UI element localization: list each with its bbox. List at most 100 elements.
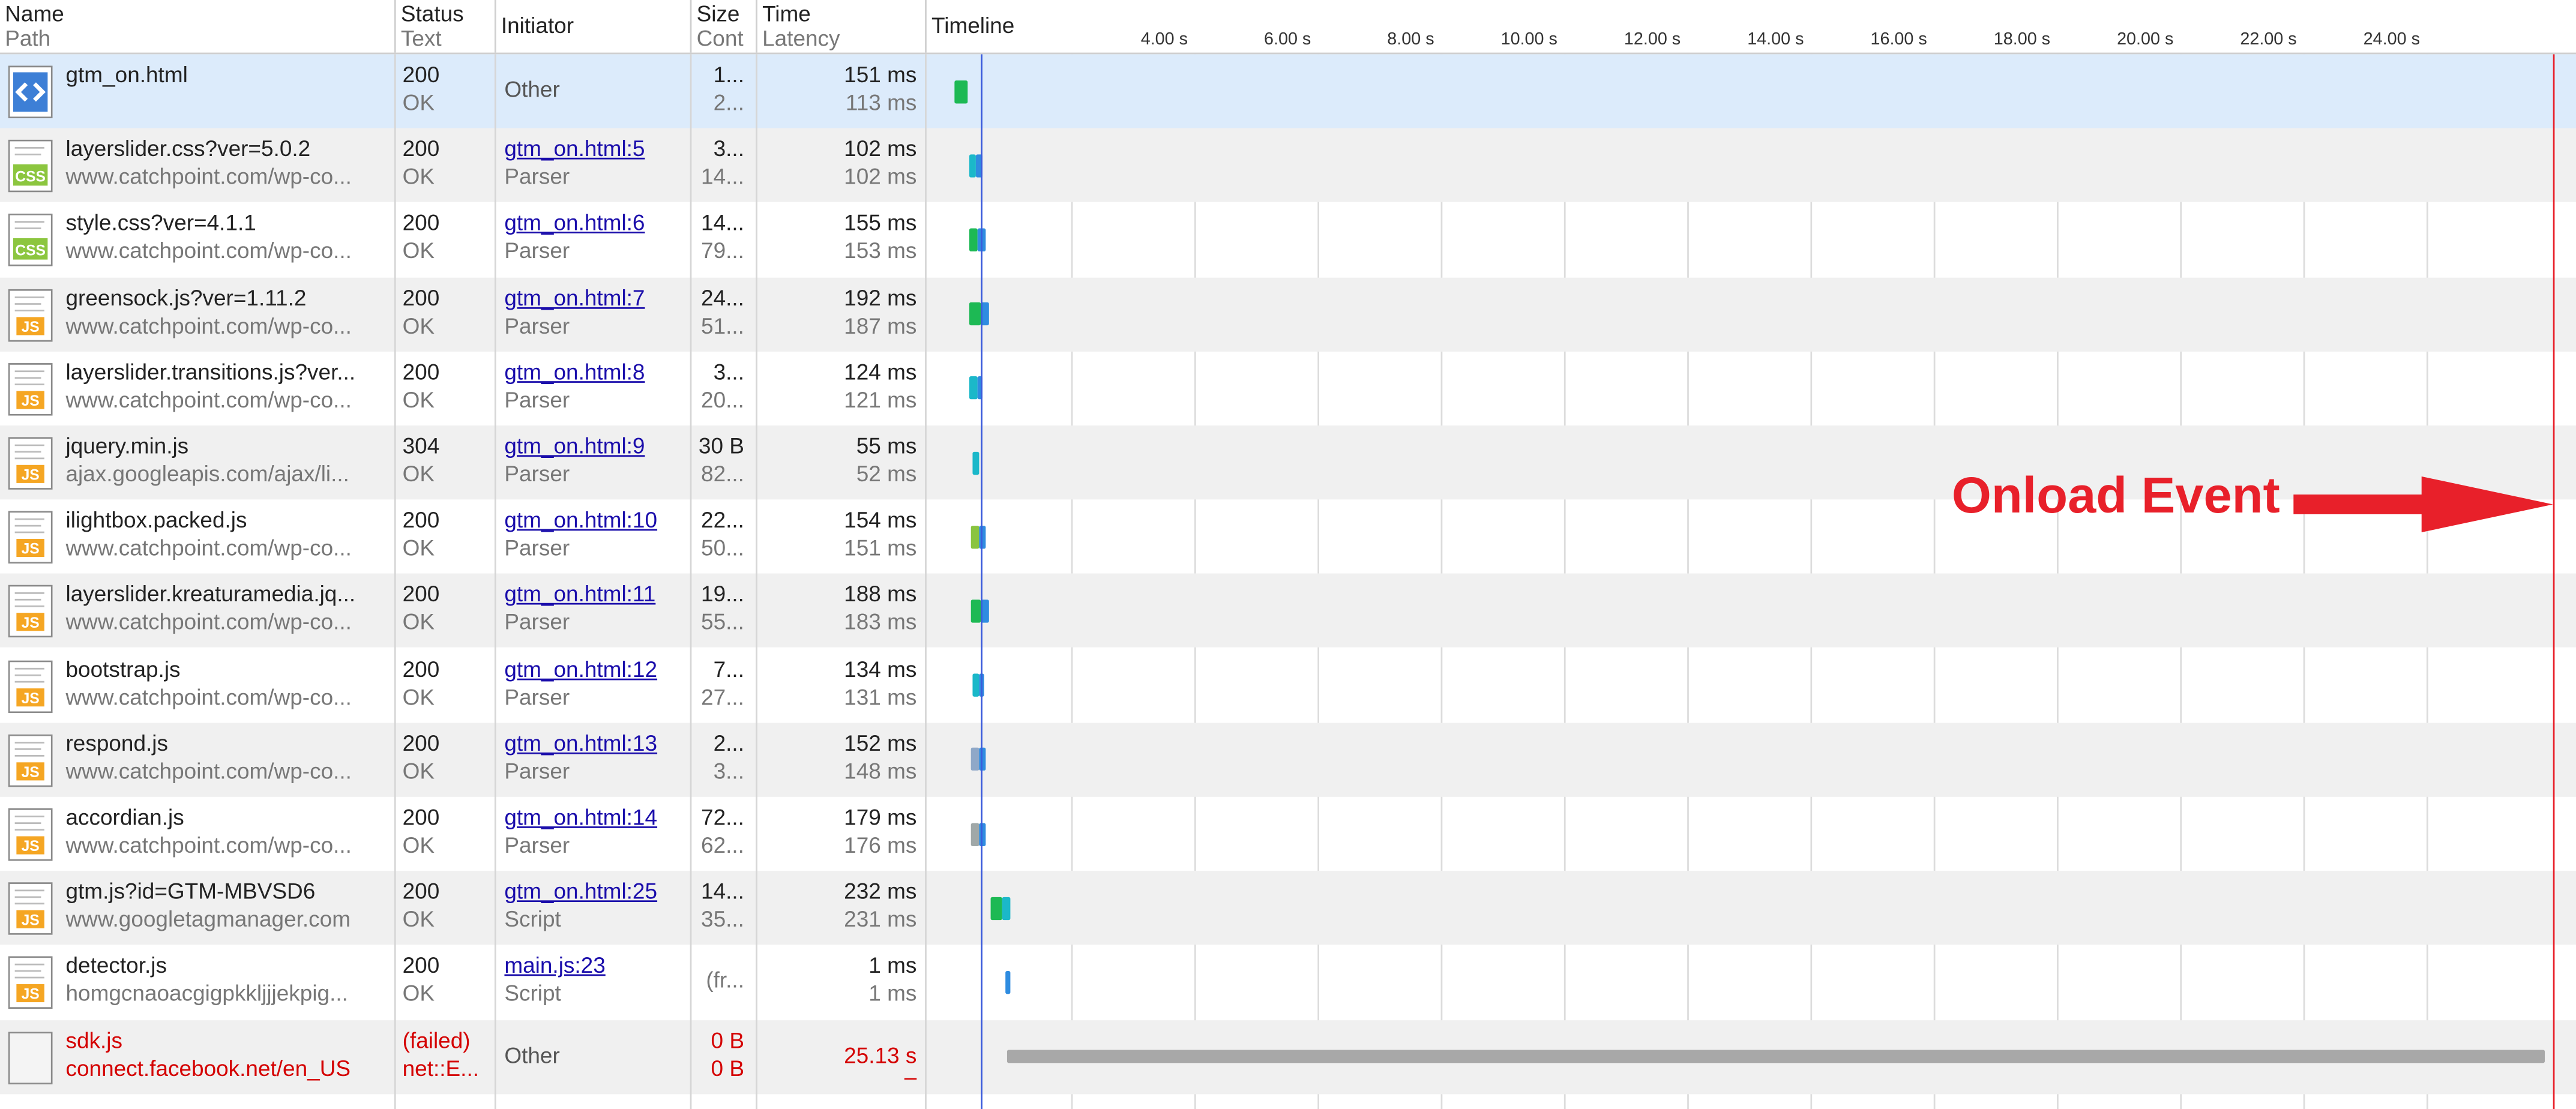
size-cell: 3... 20...: [691, 351, 752, 425]
timeline-bar[interactable]: [1007, 1050, 2545, 1063]
request-name[interactable]: sdk.js: [65, 1028, 122, 1053]
request-row[interactable]: JS detector.js homgcnaoacgigpkkljjjekpig..…: [0, 945, 2576, 1019]
timeline-bar[interactable]: [990, 896, 1002, 920]
request-row[interactable]: JS layerslider.transitions.js?ver... www.c…: [0, 351, 2576, 425]
request-name[interactable]: accordian.js: [65, 805, 184, 830]
request-row[interactable]: gtm_on.html 200 OK Other 1... 2... 151 ms 113 m…: [0, 54, 2576, 128]
timeline-bar[interactable]: [971, 822, 980, 846]
timeline-bar[interactable]: [972, 673, 980, 697]
timeline-bar[interactable]: [969, 376, 978, 400]
initiator-link[interactable]: gtm_on.html:9: [504, 434, 645, 458]
name-cell[interactable]: detector.js homgcnaoacgigpkkljjjekpig...: [0, 945, 391, 1019]
initiator-link[interactable]: gtm_on.html:13: [504, 731, 657, 756]
request-name[interactable]: layerslider.transitions.js?ver...: [65, 359, 355, 384]
initiator-link[interactable]: gtm_on.html:12: [504, 657, 657, 681]
initiator-cell: Other: [504, 1020, 688, 1093]
status-code: 200: [402, 211, 440, 236]
request-row[interactable]: CSS style.css?ver=4.1.1 www.catchpoint.com…: [0, 203, 2576, 277]
request-name[interactable]: bootstrap.js: [65, 657, 180, 681]
name-cell[interactable]: sdk.js connect.facebook.net/en_US: [0, 1020, 391, 1093]
initiator-link[interactable]: gtm_on.html:8: [504, 359, 645, 384]
initiator-link[interactable]: gtm_on.html:5: [504, 137, 645, 161]
latency-value: –: [904, 1063, 917, 1089]
request-name[interactable]: ilightbox.packed.js: [65, 508, 247, 532]
timeline-bar[interactable]: [971, 748, 980, 771]
request-name[interactable]: detector.js: [65, 954, 166, 978]
name-cell[interactable]: style.css?ver=4.1.1 www.catchpoint.com/wp…: [0, 203, 391, 277]
request-name[interactable]: gtm.js?id=GTM-MBVSD6: [65, 879, 315, 904]
name-cell[interactable]: gtm_on.html: [0, 54, 391, 128]
time-cell: 155 ms 153 ms: [757, 203, 925, 277]
name-cell[interactable]: respond.js www.catchpoint.com/wp-co...: [0, 723, 391, 796]
time-cell: 179 ms 176 ms: [757, 797, 925, 871]
size-cell: 19... 55...: [691, 574, 752, 648]
initiator-link[interactable]: gtm_on.html:25: [504, 879, 657, 904]
path-header-label: Path: [5, 26, 51, 51]
request-row[interactable]: JS gtm.js?id=GTM-MBVSD6 www.googletagmanag…: [0, 871, 2576, 945]
time-cell: 134 ms 131 ms: [757, 648, 925, 722]
name-cell[interactable]: accordian.js www.catchpoint.com/wp-co...: [0, 797, 391, 871]
request-row[interactable]: JS greensock.js?ver=1.11.2 www.catchpoint.…: [0, 277, 2576, 351]
status-column-header[interactable]: Status Text: [396, 0, 495, 53]
status-text: OK: [402, 759, 435, 784]
name-cell[interactable]: gtm.js?id=GTM-MBVSD6 www.googletagmanager…: [0, 871, 391, 945]
size-cell: 14... 35...: [691, 871, 752, 945]
request-row[interactable]: JS respond.js www.catchpoint.com/wp-co... 2…: [0, 723, 2576, 797]
request-name[interactable]: gtm_on.html: [65, 62, 187, 87]
request-row[interactable]: JS accordian.js www.catchpoint.com/wp-co..…: [0, 797, 2576, 871]
timeline-bar[interactable]: [1005, 970, 1011, 994]
name-cell[interactable]: layerslider.css?ver=5.0.2 www.catchpoint.…: [0, 128, 391, 202]
timeline-bar[interactable]: [969, 228, 978, 251]
status-cell: 200 OK: [403, 723, 493, 796]
column-header: Name Path Status Text Initiator Size Con…: [0, 0, 2576, 55]
initiator-column-header[interactable]: Initiator: [496, 0, 690, 53]
request-name[interactable]: layerslider.css?ver=5.0.2: [65, 137, 310, 161]
name-cell[interactable]: layerslider.kreaturamedia.jq... www.catch…: [0, 574, 391, 648]
name-cell[interactable]: bootstrap.js www.catchpoint.com/wp-co...: [0, 648, 391, 722]
request-row[interactable]: JS bootstrap.js www.catchpoint.com/wp-co..…: [0, 648, 2576, 722]
name-cell[interactable]: jquery.min.js ajax.googleapis.com/ajax/li…: [0, 425, 391, 499]
status-text: net::E...: [402, 1056, 479, 1081]
status-code: 200: [402, 136, 440, 161]
timeline-bar[interactable]: [1002, 896, 1011, 920]
initiator-link[interactable]: gtm_on.html:10: [504, 508, 657, 532]
timeline-bar[interactable]: [972, 451, 980, 474]
size-value: 3...: [713, 359, 744, 385]
size-value: 14...: [701, 211, 744, 236]
request-name[interactable]: respond.js: [65, 731, 168, 756]
time-cell: 102 ms 102 ms: [757, 128, 925, 202]
request-name[interactable]: greensock.js?ver=1.11.2: [65, 285, 306, 310]
request-row[interactable]: CSS layerslider.css?ver=5.0.2 www.catchpoi…: [0, 128, 2576, 203]
request-name[interactable]: jquery.min.js: [65, 434, 188, 458]
size-column-header[interactable]: Size Cont: [691, 0, 756, 53]
request-path: www.catchpoint.com/wp-co...: [65, 833, 352, 858]
timeline-bar[interactable]: [969, 302, 981, 326]
initiator-type: Parser: [504, 461, 570, 487]
timeline-bar[interactable]: [969, 154, 976, 177]
initiator-link[interactable]: gtm_on.html:11: [504, 582, 655, 607]
time-column-header[interactable]: Time Latency: [757, 0, 925, 53]
request-path: www.catchpoint.com/wp-co...: [65, 239, 352, 264]
name-column-header[interactable]: Name Path: [0, 0, 394, 53]
request-row[interactable]: JS layerslider.kreaturamedia.jq... www.cat…: [0, 574, 2576, 648]
initiator-link[interactable]: gtm_on.html:7: [504, 285, 645, 310]
timeline-bar[interactable]: [971, 525, 980, 548]
time-cell: 124 ms 121 ms: [757, 351, 925, 425]
latency-value: 151 ms: [844, 536, 917, 561]
request-name[interactable]: style.css?ver=4.1.1: [65, 211, 256, 236]
name-cell[interactable]: layerslider.transitions.js?ver... www.cat…: [0, 351, 391, 425]
name-cell[interactable]: greensock.js?ver=1.11.2 www.catchpoint.co…: [0, 277, 391, 351]
initiator-link[interactable]: gtm_on.html:6: [504, 211, 645, 236]
initiator-link[interactable]: main.js:23: [504, 954, 605, 978]
size-value: 30 B: [698, 433, 744, 458]
request-name[interactable]: layerslider.kreaturamedia.jq...: [65, 582, 355, 607]
timeline-tick-label: 8.00 s: [1387, 29, 1434, 50]
name-cell[interactable]: ilightbox.packed.js www.catchpoint.com/wp…: [0, 500, 391, 574]
initiator-link[interactable]: gtm_on.html:14: [504, 805, 657, 830]
size-value: 7...: [713, 656, 744, 682]
timeline-bar[interactable]: [954, 79, 968, 103]
status-cell: 200 OK: [403, 277, 493, 351]
size-value: (fr...: [706, 968, 744, 993]
timeline-bar[interactable]: [971, 599, 981, 623]
onload-event-annotation: Onload Event: [1951, 466, 2280, 524]
